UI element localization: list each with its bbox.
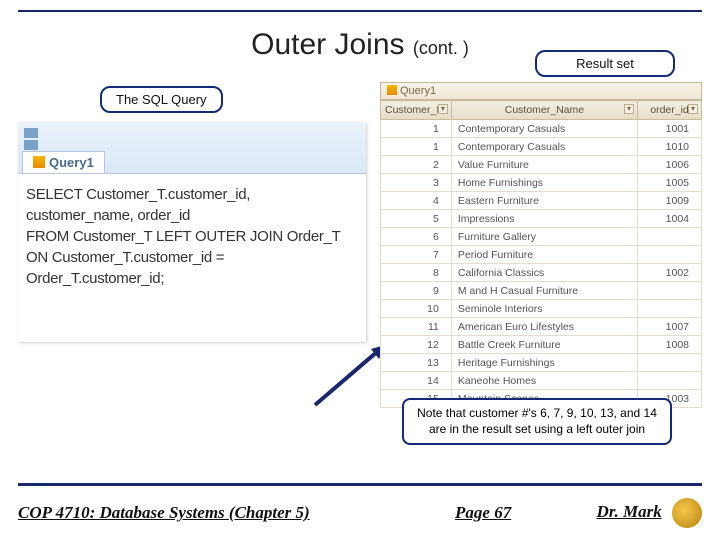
table-row[interactable]: 14Kaneohe Homes bbox=[381, 372, 702, 390]
cell-order: 1002 bbox=[638, 264, 702, 282]
table-row[interactable]: 1Contemporary Casuals1001 bbox=[381, 120, 702, 138]
access-toolbar-icons bbox=[24, 128, 48, 152]
query-icon bbox=[33, 156, 45, 168]
cell-name: California Classics bbox=[451, 264, 637, 282]
table-row[interactable]: 11American Euro Lifestyles1007 bbox=[381, 318, 702, 336]
cell-id: 14 bbox=[381, 372, 452, 390]
cell-order: 1008 bbox=[638, 336, 702, 354]
sql-query-label: The SQL Query bbox=[100, 86, 223, 113]
query-icon bbox=[387, 85, 397, 95]
sql-text: SELECT Customer_T.customer_id, customer_… bbox=[18, 174, 366, 297]
cell-id: 7 bbox=[381, 246, 452, 264]
cell-id: 1 bbox=[381, 120, 452, 138]
cell-name: Period Furniture bbox=[451, 246, 637, 264]
cell-order: 1004 bbox=[638, 210, 702, 228]
sql-line: FROM Customer_T LEFT OUTER JOIN Order_T bbox=[26, 226, 358, 247]
cell-name: Eastern Furniture bbox=[451, 192, 637, 210]
title-cont: (cont. ) bbox=[413, 38, 469, 58]
cell-name: Heritage Furnishings bbox=[451, 354, 637, 372]
footer-rule bbox=[18, 483, 702, 486]
cell-order bbox=[638, 246, 702, 264]
table-row[interactable]: 4Eastern Furniture1009 bbox=[381, 192, 702, 210]
cell-id: 6 bbox=[381, 228, 452, 246]
cell-order bbox=[638, 228, 702, 246]
cell-order: 1009 bbox=[638, 192, 702, 210]
cell-name: Contemporary Casuals bbox=[451, 138, 637, 156]
footer-author: Dr. Mark bbox=[597, 502, 662, 521]
table-row[interactable]: 10Seminole Interiors bbox=[381, 300, 702, 318]
result-tbody: 1Contemporary Casuals10011Contemporary C… bbox=[381, 120, 702, 408]
cell-id: 11 bbox=[381, 318, 452, 336]
query-tab-label: Query1 bbox=[49, 155, 94, 170]
title-main: Outer Joins bbox=[251, 28, 413, 61]
footer-course: COP 4710: Database Systems (Chapter 5) bbox=[18, 503, 310, 523]
cell-name: Home Furnishings bbox=[451, 174, 637, 192]
toolbar-icon bbox=[24, 128, 38, 138]
cell-id: 9 bbox=[381, 282, 452, 300]
cell-id: 2 bbox=[381, 156, 452, 174]
cell-name: Impressions bbox=[451, 210, 637, 228]
cell-name: Contemporary Casuals bbox=[451, 120, 637, 138]
result-set-label: Result set bbox=[535, 50, 675, 77]
table-row[interactable]: 3Home Furnishings1005 bbox=[381, 174, 702, 192]
cell-id: 8 bbox=[381, 264, 452, 282]
cell-id: 1 bbox=[381, 138, 452, 156]
footer: COP 4710: Database Systems (Chapter 5) P… bbox=[18, 498, 702, 528]
dropdown-icon[interactable]: ▾ bbox=[688, 104, 698, 114]
cell-order bbox=[638, 282, 702, 300]
cell-order bbox=[638, 372, 702, 390]
result-table: Customer_ID▾ Customer_Name▾ order_id▾ 1C… bbox=[380, 100, 702, 408]
cell-order: 1001 bbox=[638, 120, 702, 138]
result-tab[interactable]: Query1 bbox=[380, 82, 702, 100]
table-row[interactable]: 13Heritage Furnishings bbox=[381, 354, 702, 372]
table-row[interactable]: 6Furniture Gallery bbox=[381, 228, 702, 246]
cell-name: Kaneohe Homes bbox=[451, 372, 637, 390]
cell-name: Value Furniture bbox=[451, 156, 637, 174]
table-row[interactable]: 7Period Furniture bbox=[381, 246, 702, 264]
cell-order: 1005 bbox=[638, 174, 702, 192]
cell-name: Seminole Interiors bbox=[451, 300, 637, 318]
sql-line: SELECT Customer_T.customer_id, customer_… bbox=[26, 184, 358, 226]
table-row[interactable]: 1Contemporary Casuals1010 bbox=[381, 138, 702, 156]
cell-id: 3 bbox=[381, 174, 452, 192]
cell-name: M and H Casual Furniture bbox=[451, 282, 637, 300]
result-tab-label: Query1 bbox=[400, 85, 436, 97]
cell-name: Furniture Gallery bbox=[451, 228, 637, 246]
top-rule bbox=[18, 10, 702, 12]
query-tab[interactable]: Query1 bbox=[22, 151, 105, 173]
sql-line: ON Customer_T.customer_id = Order_T.cust… bbox=[26, 247, 358, 289]
cell-id: 10 bbox=[381, 300, 452, 318]
cell-order: 1006 bbox=[638, 156, 702, 174]
cell-id: 5 bbox=[381, 210, 452, 228]
footer-page: Page 67 bbox=[455, 503, 511, 523]
col-header-order[interactable]: order_id▾ bbox=[638, 101, 702, 120]
note-callout: Note that customer #'s 6, 7, 9, 10, 13, … bbox=[402, 398, 672, 445]
cell-order bbox=[638, 354, 702, 372]
col-header-name[interactable]: Customer_Name▾ bbox=[451, 101, 637, 120]
cell-order bbox=[638, 300, 702, 318]
table-row[interactable]: 5Impressions1004 bbox=[381, 210, 702, 228]
sql-query-panel: Query1 SELECT Customer_T.customer_id, cu… bbox=[18, 122, 366, 342]
toolbar-icon bbox=[24, 140, 38, 150]
sql-panel-header: Query1 bbox=[18, 122, 366, 174]
table-row[interactable]: 2Value Furniture1006 bbox=[381, 156, 702, 174]
cell-id: 4 bbox=[381, 192, 452, 210]
cell-id: 12 bbox=[381, 336, 452, 354]
ucf-logo-icon bbox=[672, 498, 702, 528]
cell-name: Battle Creek Furniture bbox=[451, 336, 637, 354]
dropdown-icon[interactable]: ▾ bbox=[624, 104, 634, 114]
cell-id: 13 bbox=[381, 354, 452, 372]
dropdown-icon[interactable]: ▾ bbox=[438, 104, 448, 114]
col-header-id[interactable]: Customer_ID▾ bbox=[381, 101, 452, 120]
table-row[interactable]: 9M and H Casual Furniture bbox=[381, 282, 702, 300]
cell-order: 1007 bbox=[638, 318, 702, 336]
cell-name: American Euro Lifestyles bbox=[451, 318, 637, 336]
table-row[interactable]: 8California Classics1002 bbox=[381, 264, 702, 282]
cell-order: 1010 bbox=[638, 138, 702, 156]
result-set-panel: Query1 Customer_ID▾ Customer_Name▾ order… bbox=[380, 82, 702, 408]
table-row[interactable]: 12Battle Creek Furniture1008 bbox=[381, 336, 702, 354]
